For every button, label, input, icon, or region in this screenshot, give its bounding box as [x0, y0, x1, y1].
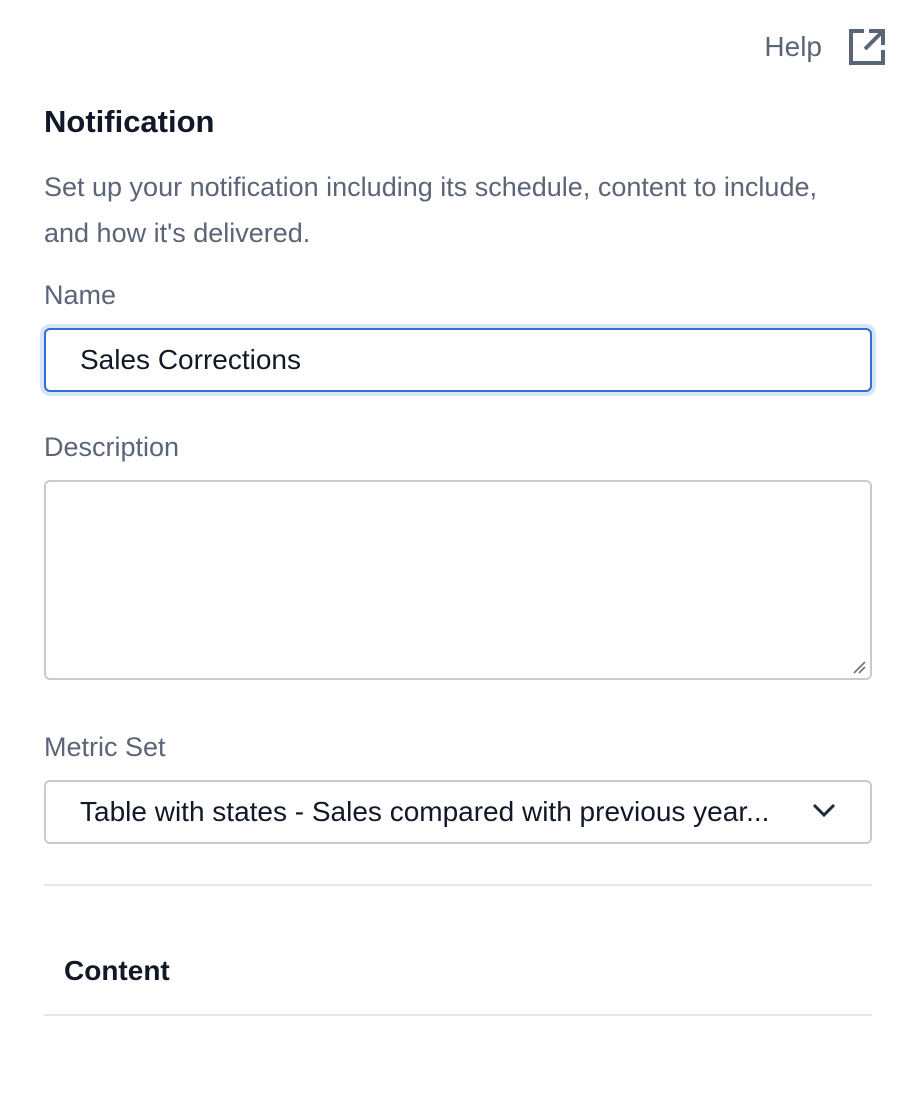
name-label: Name	[44, 280, 117, 310]
description-textarea[interactable]	[44, 480, 872, 680]
external-link-icon	[848, 28, 886, 66]
divider	[44, 1014, 872, 1016]
intro-text: Set up your notification including its s…	[44, 172, 817, 248]
divider	[44, 884, 872, 886]
metric-set-select[interactable]: Table with states - Sales compared with …	[44, 780, 872, 844]
metric-set-value: Table with states - Sales compared with …	[80, 796, 770, 827]
help-label: Help	[764, 31, 822, 62]
description-label: Description	[44, 432, 180, 462]
help-link[interactable]: Help	[764, 28, 886, 66]
metric-set-label: Metric Set	[44, 732, 166, 762]
page-title: Notification	[44, 104, 215, 139]
chevron-down-icon	[812, 802, 836, 823]
notification-panel: Help Notification Set up your notificati…	[0, 0, 916, 1106]
resize-grip-icon[interactable]	[852, 660, 866, 674]
content-section-title[interactable]: Content	[64, 955, 170, 987]
name-input[interactable]	[44, 328, 872, 392]
